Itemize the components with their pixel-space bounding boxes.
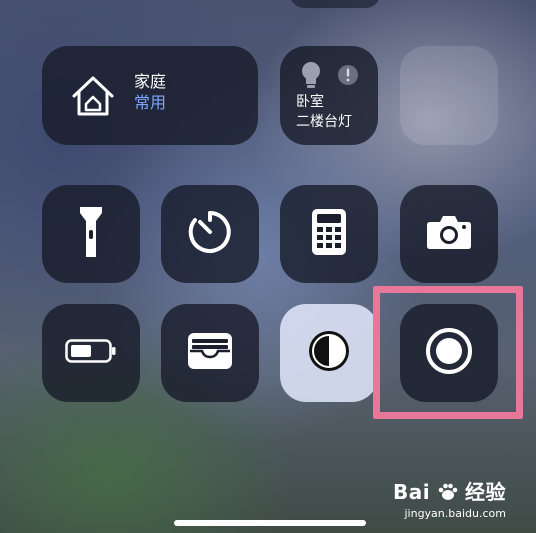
- flashlight-button[interactable]: [42, 185, 140, 283]
- home-icon: [70, 74, 116, 122]
- camera-icon: [426, 214, 472, 254]
- lamp-accessory-tile[interactable]: 卧室 二楼台灯: [280, 46, 378, 145]
- dark-mode-icon: [306, 328, 352, 378]
- paw-icon: [430, 480, 465, 504]
- home-indicator[interactable]: [174, 520, 366, 526]
- home-title: 家庭: [134, 72, 167, 91]
- home-subtitle: 常用: [134, 93, 167, 112]
- alert-icon: [337, 64, 359, 90]
- timer-button[interactable]: [161, 185, 259, 283]
- home-tile[interactable]: 家庭 常用: [42, 46, 258, 145]
- watermark-url: jingyan.baidu.com: [404, 507, 506, 520]
- accessory-name: 二楼台灯: [296, 114, 352, 130]
- highlight-box: [373, 286, 523, 419]
- calculator-icon: [311, 208, 347, 260]
- baidu-watermark: Bai 经验 jingyan.baidu.com: [393, 476, 506, 520]
- flashlight-icon: [76, 204, 106, 264]
- partial-tile-top: [290, 0, 380, 8]
- empty-tile: [400, 46, 498, 145]
- watermark-brand: Bai: [392, 480, 431, 504]
- timer-icon: [187, 209, 233, 259]
- battery-icon: [65, 339, 117, 367]
- accessory-room: 卧室: [296, 94, 324, 110]
- camera-button[interactable]: [400, 185, 498, 283]
- calculator-button[interactable]: [280, 185, 378, 283]
- watermark-brand-suffix: 经验: [465, 480, 506, 504]
- wallet-button[interactable]: [161, 304, 259, 402]
- dark-mode-button[interactable]: [280, 304, 378, 402]
- lightbulb-icon: [298, 60, 324, 94]
- wallet-icon: [186, 331, 234, 375]
- low-power-mode-button[interactable]: [42, 304, 140, 402]
